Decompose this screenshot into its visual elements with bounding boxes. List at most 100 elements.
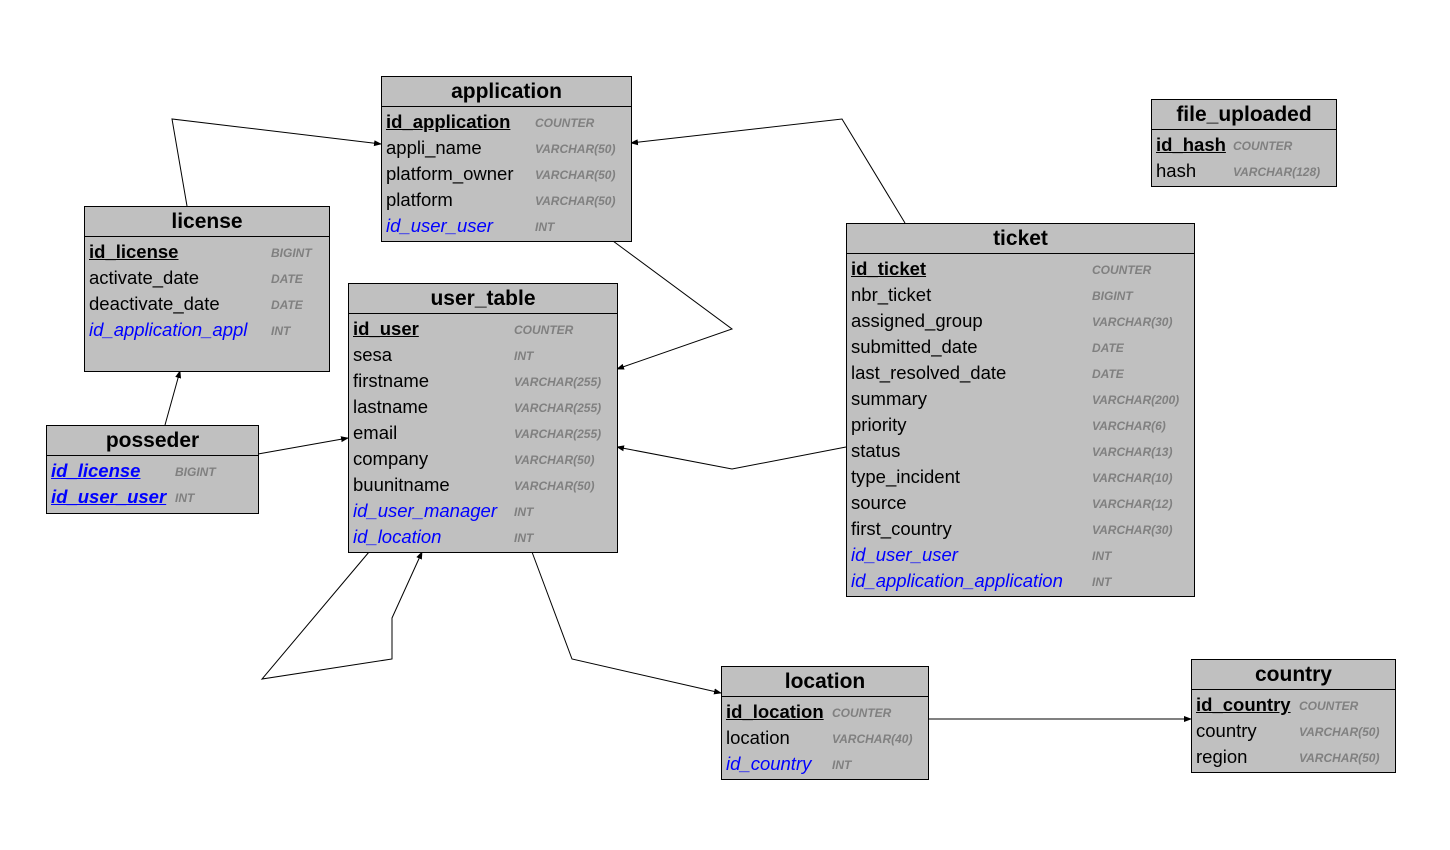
field-type: VARCHAR(12) (1092, 497, 1173, 511)
field-type: DATE (271, 298, 303, 312)
field-type: DATE (271, 272, 303, 286)
field-name: platform_owner (386, 163, 514, 184)
field-row[interactable]: lastname VARCHAR(255) (349, 394, 617, 420)
field-row[interactable]: id_country COUNTER (1192, 692, 1395, 718)
field-row[interactable]: id_user_user INT (847, 542, 1194, 568)
field-type: COUNTER (1233, 139, 1293, 153)
field-type: VARCHAR(50) (514, 479, 595, 493)
field-row[interactable]: id_license BIGINT (85, 239, 329, 265)
field-name: location (726, 727, 790, 748)
field-name: email (353, 422, 398, 443)
field-name: lastname (353, 396, 429, 417)
relationship-ticket-to-user-table (616, 445, 847, 470)
table-location[interactable]: location id_location COUNTER location VARCHA… (721, 666, 929, 780)
field-name: assigned_group (851, 310, 983, 331)
field-type: VARCHAR(30) (1092, 315, 1173, 329)
field-row[interactable]: id_location COUNTER (722, 699, 928, 725)
field-type: VARCHAR(13) (1092, 445, 1173, 459)
field-type: COUNTER (832, 706, 892, 720)
field-row[interactable]: platform_owner VARCHAR(50) (382, 161, 631, 187)
field-type: DATE (1092, 367, 1124, 381)
table-title: license (85, 207, 329, 237)
table-license[interactable]: license id_license BIGINT activate_date DATE… (84, 206, 330, 372)
field-row[interactable]: id_ticket COUNTER (847, 256, 1194, 282)
field-row[interactable]: priority VARCHAR(6) (847, 412, 1194, 438)
field-row[interactable]: id_application_appl INT (85, 317, 329, 343)
field-name: buunitname (353, 474, 450, 495)
field-row[interactable]: deactivate_date DATE (85, 291, 329, 317)
field-row[interactable]: company VARCHAR(50) (349, 446, 617, 472)
field-type: INT (514, 505, 534, 519)
field-row[interactable]: type_incident VARCHAR(10) (847, 464, 1194, 490)
field-row[interactable]: assigned_group VARCHAR(30) (847, 308, 1194, 334)
field-type: INT (832, 758, 852, 772)
table-country[interactable]: country id_country COUNTER country VARCHAR(5… (1191, 659, 1396, 773)
field-type: VARCHAR(255) (514, 427, 602, 441)
field-type: BIGINT (1092, 289, 1133, 303)
er-diagram-canvas: application id_application COUNTER appli_na… (0, 0, 1450, 850)
field-name: last_resolved_date (851, 362, 1007, 383)
field-name: id_hash (1156, 134, 1226, 155)
field-name: platform (386, 189, 453, 210)
field-row[interactable]: email VARCHAR(255) (349, 420, 617, 446)
field-row[interactable]: first_country VARCHAR(30) (847, 516, 1194, 542)
field-row[interactable]: country VARCHAR(50) (1192, 718, 1395, 744)
table-ticket[interactable]: ticket id_ticket COUNTER nbr_ticket BIGINT as… (846, 223, 1195, 597)
field-row[interactable]: location VARCHAR(40) (722, 725, 928, 751)
field-row[interactable]: buunitname VARCHAR(50) (349, 472, 617, 498)
field-type: VARCHAR(30) (1092, 523, 1173, 537)
table-user-table[interactable]: user_table id_user COUNTER sesa INT firstname… (348, 283, 618, 553)
field-row[interactable]: id_user_user INT (47, 484, 258, 510)
field-type: VARCHAR(6) (1092, 419, 1166, 433)
field-name: nbr_ticket (851, 284, 932, 305)
relationship-user-table-to-user-table (260, 551, 423, 680)
field-type: VARCHAR(255) (514, 375, 602, 389)
field-row[interactable]: id_user_user INT (382, 213, 631, 239)
field-name: id_application_application (851, 570, 1063, 591)
field-row[interactable]: submitted_date DATE (847, 334, 1194, 360)
field-row[interactable]: region VARCHAR(50) (1192, 744, 1395, 770)
relationship-posseder-to-user-table (257, 436, 349, 455)
field-row[interactable]: last_resolved_date DATE (847, 360, 1194, 386)
field-type: VARCHAR(50) (535, 194, 616, 208)
field-type: VARCHAR(50) (1299, 751, 1380, 765)
table-application[interactable]: application id_application COUNTER appli_na… (381, 76, 632, 242)
field-row[interactable]: firstname VARCHAR(255) (349, 368, 617, 394)
field-row[interactable]: id_application COUNTER (382, 109, 631, 135)
field-type: VARCHAR(50) (1299, 725, 1380, 739)
table-title: posseder (47, 426, 258, 456)
field-row[interactable]: source VARCHAR(12) (847, 490, 1194, 516)
field-row[interactable]: id_user COUNTER (349, 316, 617, 342)
field-row[interactable]: appli_name VARCHAR(50) (382, 135, 631, 161)
field-row[interactable]: id_application_application INT (847, 568, 1194, 594)
table-title: location (722, 667, 928, 697)
field-row[interactable]: hash VARCHAR(128) (1152, 158, 1336, 184)
field-type: VARCHAR(50) (514, 453, 595, 467)
field-name: id_user_user (386, 215, 493, 236)
field-name: id_user_user (51, 486, 167, 507)
table-title: country (1192, 660, 1395, 690)
field-type: INT (1092, 575, 1112, 589)
field-name: id_user_manager (353, 500, 497, 521)
relationship-user-table-to-location (531, 551, 722, 695)
field-row[interactable]: id_country INT (722, 751, 928, 777)
field-name: country (1196, 720, 1257, 741)
field-type: VARCHAR(50) (535, 142, 616, 156)
field-name: first_country (851, 518, 952, 539)
field-row[interactable]: id_hash COUNTER (1152, 132, 1336, 158)
table-file-uploaded[interactable]: file_uploaded id_hash COUNTER hash VARCHAR(1… (1151, 99, 1337, 187)
field-row[interactable]: activate_date DATE (85, 265, 329, 291)
field-row[interactable]: id_license BIGINT (47, 458, 258, 484)
field-row[interactable]: nbr_ticket BIGINT (847, 282, 1194, 308)
field-row[interactable]: id_location INT (349, 524, 617, 550)
field-type: COUNTER (1299, 699, 1359, 713)
field-row[interactable]: summary VARCHAR(200) (847, 386, 1194, 412)
field-row[interactable]: sesa INT (349, 342, 617, 368)
field-row[interactable]: id_user_manager INT (349, 498, 617, 524)
field-name: activate_date (89, 267, 200, 288)
field-name: sesa (353, 344, 393, 365)
field-type: INT (271, 324, 291, 338)
field-row[interactable]: status VARCHAR(13) (847, 438, 1194, 464)
table-posseder[interactable]: posseder id_license BIGINT id_user_user INT (46, 425, 259, 514)
field-row[interactable]: platform VARCHAR(50) (382, 187, 631, 213)
